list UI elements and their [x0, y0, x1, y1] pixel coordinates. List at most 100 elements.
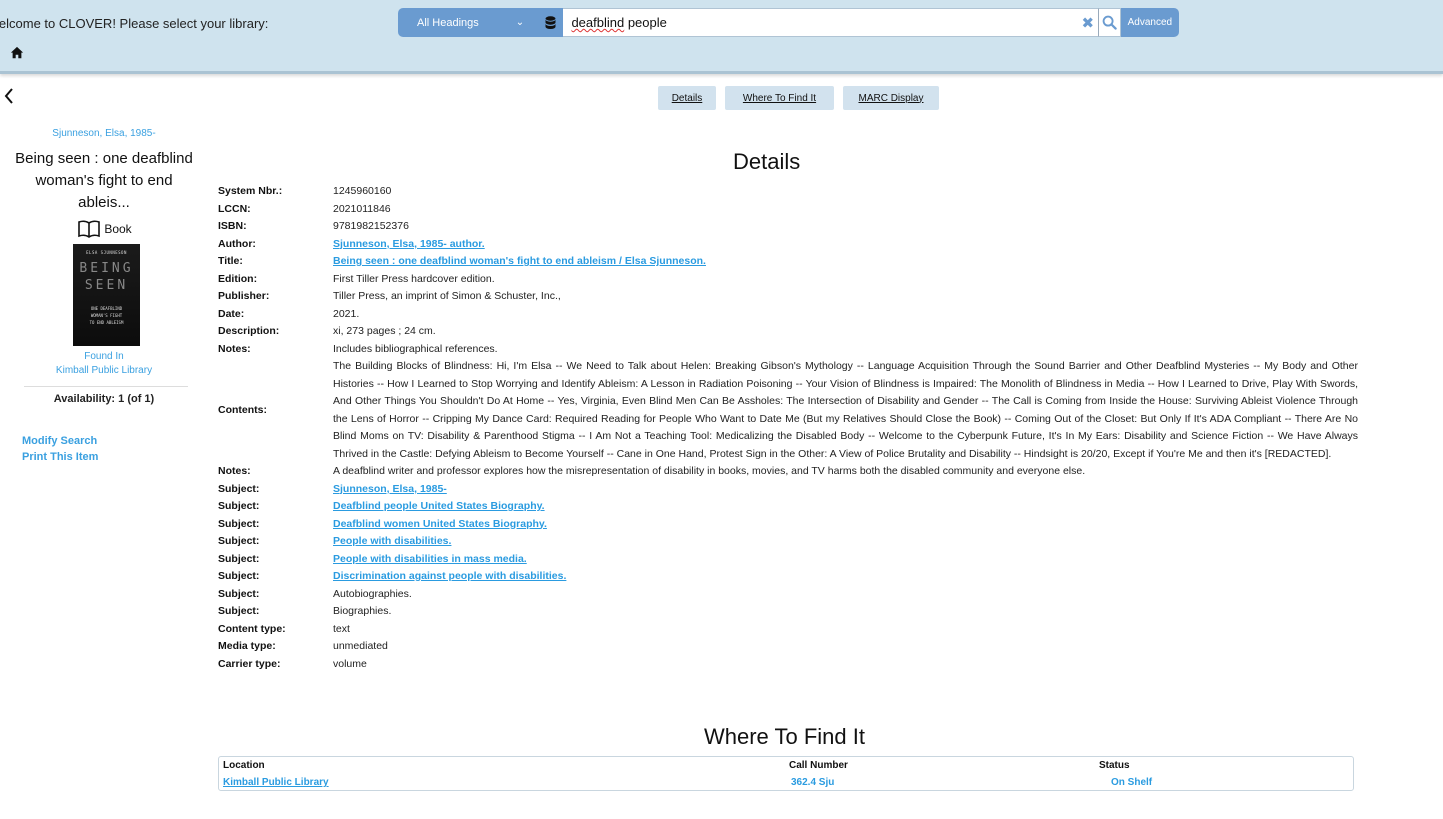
search-bar: All Headings ⌄ deafblind people ✖ Advanc… [398, 8, 1179, 37]
field-label: Subject: [218, 552, 260, 565]
home-icon[interactable] [10, 46, 24, 60]
search-scope-value: All Headings [417, 16, 479, 29]
cover-title-line1: BEING [79, 261, 134, 276]
found-in-library-link[interactable]: Kimball Public Library [8, 364, 200, 378]
field-label: Publisher: [218, 290, 270, 302]
field-label: Title: [218, 255, 243, 267]
subject-link[interactable]: People with disabilities in mass media. [333, 553, 527, 565]
column-header-location: Location [223, 760, 265, 771]
cover-title-line2: SEEN [84, 278, 129, 293]
found-in-label: Found In [84, 351, 124, 362]
table-row: Author: Sjunneson, Elsa, 1985- author. [218, 236, 1358, 254]
search-icon [1102, 15, 1117, 30]
where-to-find-heading: Where To Find It [704, 724, 865, 749]
print-item-link[interactable]: Print This Item [22, 449, 200, 465]
field-label: Subject: [218, 517, 260, 530]
table-row: Notes: Includes bibliographical reference… [218, 341, 1358, 359]
view-tabs: Details Where To Find It MARC Display [658, 86, 939, 110]
table-row: Subject: Autobiographies. [218, 586, 1358, 604]
field-value: Includes bibliographical references. [333, 342, 498, 355]
tab-marc-display[interactable]: MARC Display [843, 86, 939, 110]
field-label: Subject: [218, 605, 260, 617]
found-in: Found In Kimball Public Library [0, 350, 200, 378]
contents-value: The Building Blocks of Blindness: Hi, I'… [333, 360, 1358, 460]
sidebar-divider [24, 386, 188, 387]
table-row: Subject: Deafblind women United States Bi… [218, 516, 1358, 534]
subject-link[interactable]: Deafblind women United States Biography. [333, 518, 547, 530]
search-input[interactable]: deafblind people [563, 8, 1078, 37]
field-label: Media type: [218, 640, 276, 652]
database-button[interactable] [538, 8, 564, 37]
search-button[interactable] [1098, 8, 1121, 37]
field-label: Notes: [218, 465, 251, 477]
field-label: Subject: [218, 587, 260, 600]
format-row: Book [0, 220, 200, 238]
author-link[interactable]: Sjunneson, Elsa, 1985- author. [333, 238, 485, 250]
table-row: Description: xi, 273 pages ; 24 cm. [218, 323, 1358, 341]
tab-where-to-find-it[interactable]: Where To Find It [725, 86, 834, 110]
field-value: Biographies. [333, 605, 392, 617]
search-query-misspelled: deafblind [571, 15, 625, 30]
clear-search-button[interactable]: ✖ [1077, 8, 1099, 37]
field-label: Content type: [218, 622, 286, 635]
field-label: Carrier type: [218, 657, 281, 670]
field-label: Contents: [218, 403, 267, 416]
tab-details[interactable]: Details [658, 86, 716, 110]
subject-link[interactable]: Sjunneson, Elsa, 1985- [333, 483, 447, 495]
field-value: text [333, 622, 350, 635]
advanced-search-button[interactable]: Advanced [1120, 8, 1179, 37]
field-label: Subject: [218, 535, 260, 547]
details-heading: Details [733, 149, 801, 174]
sidebar-author-link[interactable]: Sjunneson, Elsa, 1985- [0, 128, 200, 139]
field-label: Notes: [218, 342, 251, 355]
table-row: Media type: unmediated [218, 638, 1358, 656]
column-header-call-number: Call Number [789, 760, 848, 771]
table-row: Title: Being seen : one deafblind woman's… [218, 253, 1358, 271]
table-row: Subject: Sjunneson, Elsa, 1985- [218, 481, 1358, 499]
field-value: 2021011846 [333, 202, 391, 215]
field-value: A deafblind writer and professor explore… [333, 465, 1086, 477]
field-label: Subject: [218, 570, 260, 582]
cover-subtitle3: TO END ABLEISM [89, 320, 124, 325]
field-label: Subject: [218, 500, 260, 512]
search-query-rest: people [624, 15, 667, 30]
top-header: lelcome to CLOVER! Please select your li… [0, 0, 1443, 74]
field-value: First Tiller Press hardcover edition. [333, 272, 495, 285]
cover-author: ELSA SJUNNESON [86, 250, 127, 255]
status-badge: On Shelf [1111, 777, 1153, 788]
field-value: xi, 273 pages ; 24 cm. [333, 325, 436, 337]
table-row: Subject: People with disabilities in mass… [218, 551, 1358, 569]
field-label: Date: [218, 307, 245, 320]
database-icon [545, 15, 556, 29]
field-label: Description: [218, 325, 280, 337]
modify-search-link[interactable]: Modify Search [22, 433, 200, 449]
field-label: LCCN: [218, 202, 251, 215]
title-link[interactable]: Being seen : one deafblind woman's fight… [333, 255, 706, 267]
field-value: Autobiographies. [333, 587, 412, 600]
back-chevron-icon[interactable] [2, 86, 16, 106]
table-row: Edition: First Tiller Press hardcover edi… [218, 271, 1358, 289]
search-scope-select[interactable]: All Headings ⌄ [398, 8, 539, 37]
field-value: unmediated [333, 640, 388, 652]
subject-link[interactable]: Discrimination against people with disab… [333, 570, 566, 582]
cover-subtitle2: WOMAN'S FIGHT [90, 313, 123, 318]
table-row: Content type: text [218, 621, 1358, 639]
field-value: volume [333, 657, 367, 670]
table-row: Subject: Discrimination against people wi… [218, 568, 1358, 586]
field-value: 2021. [333, 307, 360, 320]
table-row: Publisher: Tiller Press, an imprint of Si… [218, 288, 1358, 306]
field-value: 1245960160 [333, 185, 392, 197]
table-row: Carrier type: volume [218, 656, 1358, 674]
format-label: Book [104, 222, 132, 236]
call-number: 362.4 Sju [791, 777, 835, 788]
subject-link[interactable]: Deafblind people United States Biography… [333, 500, 545, 512]
table-row: Subject: People with disabilities. [218, 533, 1358, 551]
book-cover-image: ELSA SJUNNESON BEING SEEN ONE DEAFBLIND … [73, 244, 140, 346]
location-link[interactable]: Kimball Public Library [223, 777, 329, 788]
field-label: Subject: [218, 482, 260, 495]
close-icon: ✖ [1081, 13, 1095, 32]
subject-link[interactable]: People with disabilities. [333, 535, 451, 547]
table-row: Subject: Biographies. [218, 603, 1358, 621]
table-row: Date: 2021. [218, 306, 1358, 324]
table-row: LCCN: 2021011846 [218, 201, 1358, 219]
